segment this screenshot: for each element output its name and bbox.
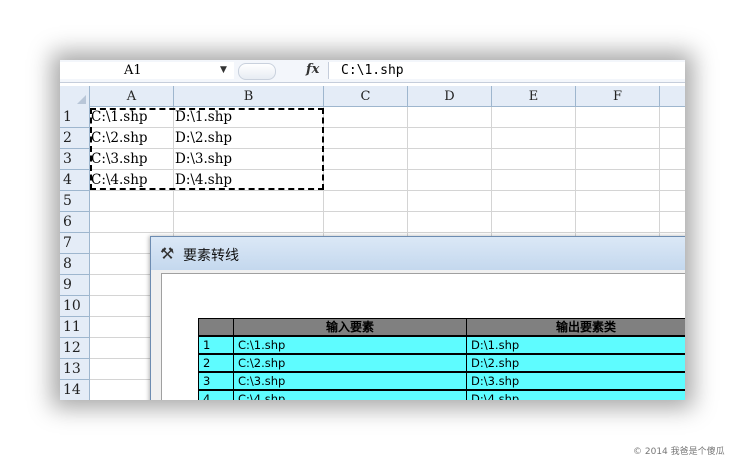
chevron-down-icon[interactable]: ▼	[220, 62, 227, 79]
formula-splitter[interactable]	[238, 63, 276, 80]
empty-cell[interactable]	[660, 149, 685, 170]
grid-row-index[interactable]: 1	[198, 336, 234, 354]
copy-selection-marquee	[90, 108, 324, 190]
grid-cell-output[interactable]: D:\2.shp	[466, 354, 685, 372]
feature-to-line-dialog: ⚒ 要素转线 输入要素 输出要素类 1 C:\1.shp D:\1.shp 2 …	[150, 236, 685, 400]
empty-cell[interactable]	[408, 191, 492, 212]
row-header-5[interactable]: 5	[60, 191, 90, 212]
empty-cell[interactable]	[576, 128, 660, 149]
empty-cell[interactable]	[324, 107, 408, 128]
row-header-10[interactable]: 10	[60, 296, 90, 317]
empty-cell[interactable]	[660, 212, 685, 233]
grid-cell-output[interactable]: D:\1.shp	[466, 336, 685, 354]
grid-cell-input[interactable]: C:\1.shp	[233, 336, 467, 354]
row-header-3[interactable]: 3	[60, 149, 90, 170]
empty-cell[interactable]	[408, 170, 492, 191]
column-header-blank[interactable]	[660, 86, 685, 107]
grid-header-index	[198, 318, 234, 336]
empty-cell[interactable]	[492, 191, 576, 212]
empty-cell[interactable]	[174, 191, 324, 212]
name-box-value: A1	[124, 63, 142, 78]
dialog-titlebar[interactable]: ⚒ 要素转线	[151, 237, 685, 270]
grid-cell-input[interactable]: C:\2.shp	[233, 354, 467, 372]
row-header-8[interactable]: 8	[60, 254, 90, 275]
empty-cell[interactable]	[576, 107, 660, 128]
empty-cell[interactable]	[324, 212, 408, 233]
empty-cell[interactable]	[492, 170, 576, 191]
row-header-9[interactable]: 9	[60, 275, 90, 296]
empty-cell[interactable]	[492, 149, 576, 170]
grid-header-output[interactable]: 输出要素类	[466, 318, 685, 336]
empty-cell[interactable]	[660, 128, 685, 149]
empty-cell[interactable]	[324, 170, 408, 191]
hammer-icon: ⚒	[160, 244, 175, 263]
empty-cell[interactable]	[408, 149, 492, 170]
empty-cell[interactable]	[324, 149, 408, 170]
row-header-11[interactable]: 11	[60, 317, 90, 338]
grid-cell-input[interactable]: C:\4.shp	[233, 390, 467, 400]
formula-controls: fx	[238, 62, 326, 80]
grid-row-index[interactable]: 3	[198, 372, 234, 390]
empty-cell[interactable]	[576, 170, 660, 191]
row-header-6[interactable]: 6	[60, 212, 90, 233]
column-header-f[interactable]: F	[576, 86, 660, 107]
grid-cell-output[interactable]: D:\4.shp	[466, 390, 685, 400]
column-header-b[interactable]: B	[174, 86, 324, 107]
empty-cell[interactable]	[660, 191, 685, 212]
row-header-4[interactable]: 4	[60, 170, 90, 191]
grid-row-index[interactable]: 4	[198, 390, 234, 400]
row-header-2[interactable]: 2	[60, 128, 90, 149]
grid-cell-input[interactable]: C:\3.shp	[233, 372, 467, 390]
fx-icon[interactable]: fx	[306, 62, 319, 77]
column-header-d[interactable]: D	[408, 86, 492, 107]
empty-cell[interactable]	[492, 107, 576, 128]
grid-header-input[interactable]: 输入要素	[233, 318, 467, 336]
empty-cell[interactable]	[90, 212, 174, 233]
dialog-body: 输入要素 输出要素类 1 C:\1.shp D:\1.shp 2 C:\2.sh…	[161, 273, 685, 400]
column-header-e[interactable]: E	[492, 86, 576, 107]
grid-row-index[interactable]: 2	[198, 354, 234, 372]
select-all-corner[interactable]	[60, 86, 90, 108]
row-header-12[interactable]: 12	[60, 338, 90, 359]
row-header-14[interactable]: 14	[60, 380, 90, 400]
empty-cell[interactable]	[660, 170, 685, 191]
empty-cell[interactable]	[576, 212, 660, 233]
empty-cell[interactable]	[324, 191, 408, 212]
empty-cell[interactable]	[660, 107, 685, 128]
empty-cell[interactable]	[408, 212, 492, 233]
column-header-a[interactable]: A	[90, 86, 174, 107]
empty-cell[interactable]	[408, 128, 492, 149]
empty-cell[interactable]	[324, 128, 408, 149]
column-header-c[interactable]: C	[324, 86, 408, 107]
empty-cell[interactable]	[492, 212, 576, 233]
empty-cell[interactable]	[90, 191, 174, 212]
name-box[interactable]: A1 ▼	[60, 62, 234, 79]
formula-bar: A1 ▼ fx C:\1.shp	[60, 60, 685, 83]
watermark: © 2014 我爸是个傻瓜	[633, 447, 725, 457]
screenshot-frame: A1 ▼ fx C:\1.shp A B C D E F 1 2 3 4 5 6…	[60, 60, 685, 400]
empty-cell[interactable]	[576, 191, 660, 212]
grid-cell-output[interactable]: D:\3.shp	[466, 372, 685, 390]
empty-cell[interactable]	[174, 212, 324, 233]
row-header-1[interactable]: 1	[60, 107, 90, 128]
row-header-13[interactable]: 13	[60, 359, 90, 380]
dialog-title: 要素转线	[183, 248, 239, 264]
empty-cell[interactable]	[492, 128, 576, 149]
formula-input[interactable]: C:\1.shp	[328, 62, 685, 79]
empty-cell[interactable]	[576, 149, 660, 170]
empty-cell[interactable]	[408, 107, 492, 128]
row-header-7[interactable]: 7	[60, 233, 90, 254]
